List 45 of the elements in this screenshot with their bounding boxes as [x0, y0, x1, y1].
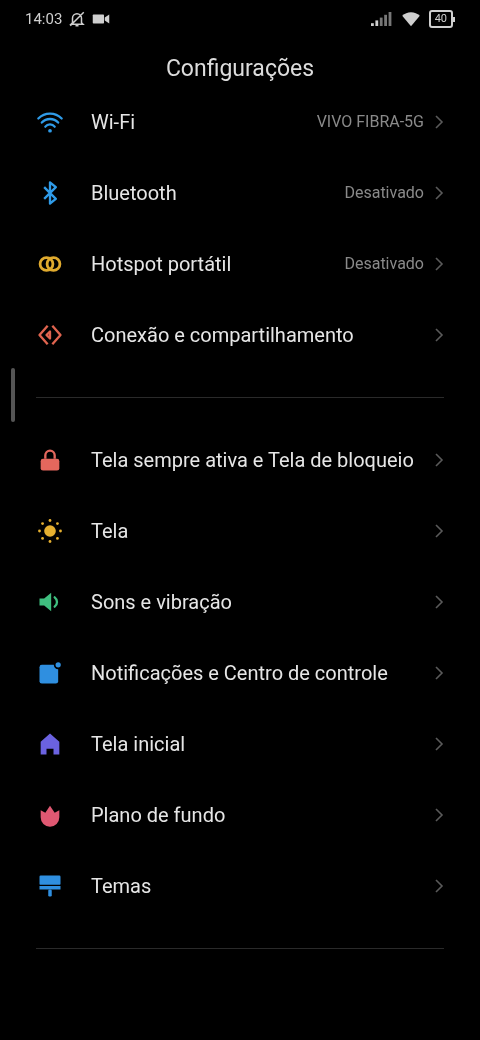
- video-camera-icon: [92, 12, 111, 26]
- item-label: Bluetooth: [91, 179, 178, 206]
- item-label: Hotspot portátil: [91, 250, 233, 277]
- item-label: Tela: [91, 517, 130, 544]
- settings-item[interactable]: Hotspot portátil Desativado: [0, 228, 480, 299]
- bell-off-icon: [68, 10, 87, 28]
- page-title: Configurações: [164, 54, 316, 84]
- settings-item[interactable]: Tela sempre ativa e Tela de bloqueio: [0, 424, 480, 495]
- item-label: Conexão e compartilhamento: [91, 321, 355, 348]
- settings-item[interactable]: Sons e vibração: [0, 566, 480, 637]
- scroll-indicator: [11, 368, 15, 422]
- chevron-right-icon: [434, 735, 444, 752]
- wifi-icon: [400, 11, 421, 27]
- item-label: Tela inicial: [91, 730, 187, 757]
- settings-item[interactable]: Wi-Fi VIVO FIBRA-5G: [0, 86, 480, 157]
- chevron-right-icon: [434, 113, 444, 130]
- settings-item[interactable]: Tela: [0, 495, 480, 566]
- item-label: Plano de fundo: [91, 801, 227, 828]
- chevron-right-icon: [434, 255, 444, 272]
- chevron-right-icon: [434, 593, 444, 610]
- status-time: 14:03: [25, 8, 63, 30]
- chevron-right-icon: [434, 877, 444, 894]
- chevron-right-icon: [434, 806, 444, 823]
- settings-item[interactable]: Temas: [0, 850, 480, 921]
- settings-item[interactable]: Tela inicial: [0, 708, 480, 779]
- settings-item[interactable]: Notificações e Centro de controle: [0, 637, 480, 708]
- settings-item[interactable]: Bluetooth Desativado: [0, 157, 480, 228]
- settings-item[interactable]: Conexão e compartilhamento: [0, 299, 480, 370]
- item-value: Desativado: [344, 252, 424, 275]
- item-label: Wi-Fi: [91, 108, 137, 135]
- chevron-right-icon: [434, 326, 444, 343]
- signal-icon: [370, 12, 393, 26]
- chevron-right-icon: [434, 184, 444, 201]
- chevron-right-icon: [434, 664, 444, 681]
- item-label: Sons e vibração: [91, 588, 233, 615]
- settings-item[interactable]: Plano de fundo: [0, 779, 480, 850]
- chevron-right-icon: [434, 451, 444, 468]
- battery-icon: 40: [428, 10, 453, 28]
- item-label: Notificações e Centro de controle: [91, 659, 389, 686]
- item-label: Tela sempre ativa e Tela de bloqueio: [91, 446, 415, 473]
- item-value: VIVO FIBRA-5G: [316, 110, 424, 133]
- item-label: Temas: [91, 872, 153, 899]
- item-value: Desativado: [344, 181, 424, 204]
- sun-icon: [36, 516, 64, 545]
- chevron-right-icon: [434, 522, 444, 539]
